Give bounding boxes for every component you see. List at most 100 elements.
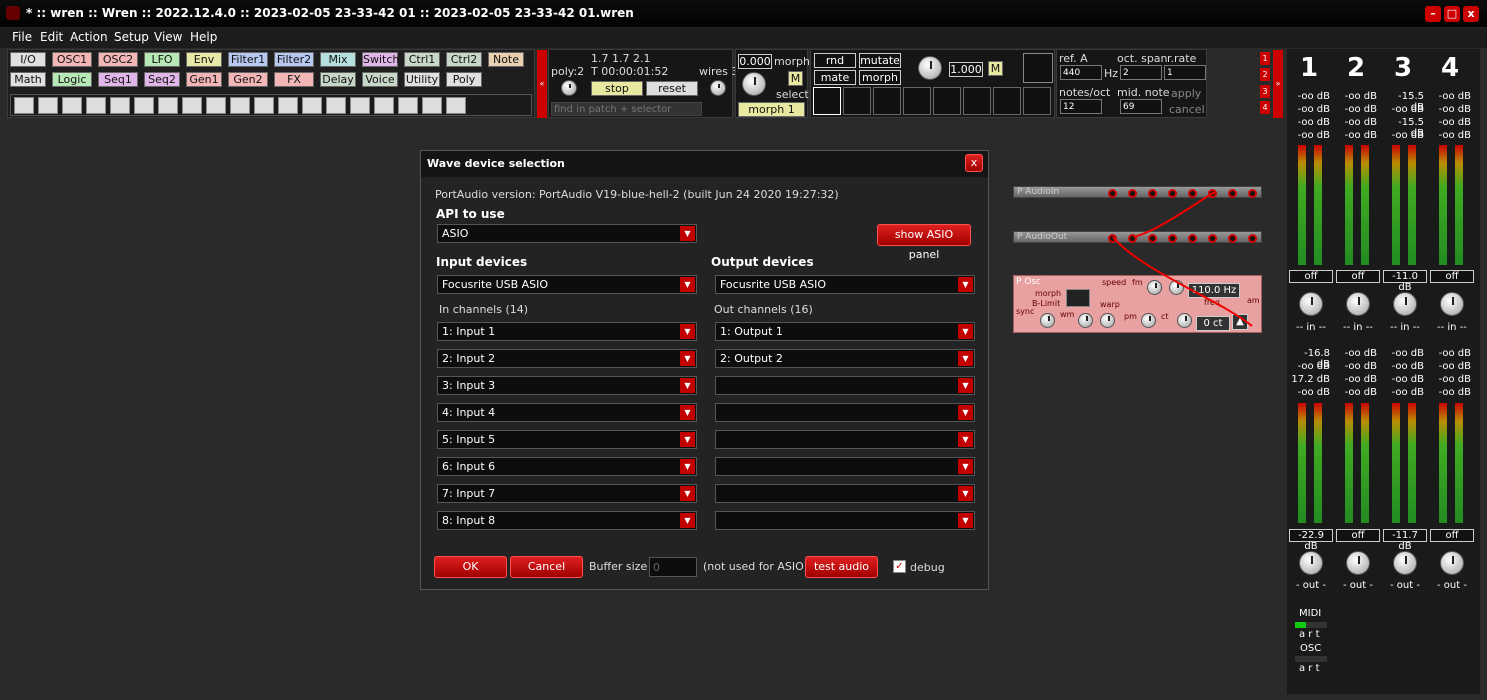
variation-slot[interactable] [903, 87, 931, 115]
cancel-button[interactable]: Cancel [510, 556, 583, 578]
connector-jack[interactable] [1148, 189, 1157, 198]
module-tab-seq2[interactable]: Seq2 [144, 72, 180, 87]
output-level-field[interactable]: off [1430, 529, 1474, 542]
volume-knob[interactable] [561, 80, 577, 96]
module-tab-voice[interactable]: Voice [362, 72, 398, 87]
module-tab-ctrl1[interactable]: Ctrl1 [404, 52, 440, 67]
osc-freq-display[interactable]: 110.0 Hz [1188, 283, 1240, 298]
module-tab-logic[interactable]: Logic [52, 72, 92, 87]
output-gain-knob[interactable] [1440, 551, 1464, 575]
input-level-field[interactable]: -11.0 dB [1383, 270, 1427, 293]
notes-oct-field[interactable]: 12 [1060, 99, 1102, 114]
osc-ct-display[interactable]: 0 ct [1196, 316, 1230, 331]
connector-jack[interactable] [1128, 189, 1137, 198]
module-tab-gen1[interactable]: Gen1 [186, 72, 222, 87]
eye3-icon[interactable] [422, 97, 442, 114]
osc-speed-knob[interactable] [1147, 280, 1162, 295]
output-gain-knob[interactable] [1299, 551, 1323, 575]
output-channel-select[interactable]: ▼ [715, 457, 975, 476]
ok-button[interactable]: OK [434, 556, 507, 578]
connector-jack[interactable] [1108, 189, 1117, 198]
module-tab-filter1[interactable]: Filter1 [228, 52, 268, 67]
menu-file[interactable]: File [12, 30, 32, 44]
osc-module[interactable]: P Osc morph B-Limit speed fm warp 110.0 … [1013, 275, 1262, 333]
module-tab-osc2[interactable]: OSC2 [98, 52, 138, 67]
variation-slot[interactable] [813, 87, 841, 115]
output-level-field[interactable]: -11.7 dB [1383, 529, 1427, 552]
module-tab-delay[interactable]: Delay [320, 72, 356, 87]
variation-slot[interactable] [843, 87, 871, 115]
output-gain-knob[interactable] [1346, 551, 1370, 575]
osc-wm-knob[interactable] [1078, 313, 1093, 328]
page-tab-4[interactable]: 4 [1260, 101, 1270, 114]
osc-ct-knob[interactable] [1177, 313, 1192, 328]
dialog-close-button[interactable]: x [965, 154, 983, 172]
left-collapse-arrow[interactable]: « [537, 50, 547, 118]
output-channel-select[interactable]: 1: Output 1 ▼ [715, 322, 975, 341]
input-channel-select[interactable]: 4: Input 4 ▼ [437, 403, 697, 422]
morph-select-button[interactable]: morph 1 [738, 102, 805, 117]
show-asio-panel-button[interactable]: show ASIO panel [877, 224, 971, 261]
input-level-field[interactable]: off [1430, 270, 1474, 283]
connector-jack[interactable] [1188, 234, 1197, 243]
pc-icon[interactable] [254, 97, 274, 114]
page-tab-2[interactable]: 2 [1260, 68, 1270, 81]
mate-button[interactable]: mate [814, 70, 856, 85]
output-gain-knob[interactable] [1393, 551, 1417, 575]
speaker2-icon[interactable] [446, 97, 466, 114]
page-tab-3[interactable]: 3 [1260, 85, 1270, 98]
reset-button[interactable]: reset [646, 81, 698, 96]
variation-slot[interactable] [963, 87, 991, 115]
module-tab-env[interactable]: Env [186, 52, 222, 67]
module-tab-osc1[interactable]: OSC1 [52, 52, 92, 67]
module-tab-i/o[interactable]: I/O [10, 52, 46, 67]
audioout-module[interactable]: P AudioOut [1013, 231, 1262, 243]
display-icon[interactable] [302, 97, 322, 114]
cancel-tuning-button[interactable]: cancel [1169, 103, 1205, 116]
menu-setup[interactable]: Setup [114, 30, 149, 44]
nn2-icon[interactable] [86, 97, 106, 114]
osc-fm-knob[interactable] [1169, 280, 1184, 295]
input-level-field[interactable]: off [1336, 270, 1380, 283]
connector-jack[interactable] [1208, 189, 1217, 198]
oct-span-field[interactable]: 2 [1120, 65, 1162, 80]
module-tab-switch[interactable]: Switch [362, 52, 399, 67]
osc-warp-knob[interactable] [1100, 313, 1115, 328]
input-channel-select[interactable]: 2: Input 2 ▼ [437, 349, 697, 368]
module-tab-lfo[interactable]: LFO [144, 52, 180, 67]
eye1-icon[interactable] [374, 97, 394, 114]
connector-jack[interactable] [1168, 189, 1177, 198]
module-tab-math[interactable]: Math [10, 72, 46, 87]
wires-knob[interactable] [710, 80, 726, 96]
module-tab-seq1[interactable]: Seq1 [98, 72, 138, 87]
pn-icon[interactable] [278, 97, 298, 114]
output-device-select[interactable]: Focusrite USB ASIO ▼ [715, 275, 975, 294]
connector-jack[interactable] [1108, 234, 1117, 243]
mutate-m-button[interactable]: M [988, 61, 1003, 76]
speaker-icon[interactable] [38, 97, 58, 114]
connector-jack[interactable] [1168, 234, 1177, 243]
nn1-icon[interactable] [62, 97, 82, 114]
cc2-icon[interactable] [230, 97, 250, 114]
morph-value[interactable]: 0.000 [738, 54, 772, 69]
minimize-button[interactable]: – [1425, 6, 1441, 22]
connector-jack[interactable] [1128, 234, 1137, 243]
eye2-icon[interactable] [398, 97, 418, 114]
module-tab-note[interactable]: Note [488, 52, 524, 67]
debug-checkbox[interactable]: ✓ [893, 560, 906, 573]
input-channel-select[interactable]: 6: Input 6 ▼ [437, 457, 697, 476]
close-button[interactable]: x [1463, 6, 1479, 22]
output-channel-select[interactable]: ▼ [715, 376, 975, 395]
page-tab-1[interactable]: 1 [1260, 52, 1270, 65]
morph-m-button[interactable]: M [788, 71, 803, 86]
input-channel-select[interactable]: 8: Input 8 ▼ [437, 511, 697, 530]
connector-jack[interactable] [1148, 234, 1157, 243]
input-channel-select[interactable]: 3: Input 3 ▼ [437, 376, 697, 395]
module-tab-gen2[interactable]: Gen2 [228, 72, 268, 87]
test-audio-button[interactable]: test audio [805, 556, 878, 578]
menu-view[interactable]: View [154, 30, 182, 44]
module-tab-mix[interactable]: Mix [320, 52, 356, 67]
variation-slot[interactable] [873, 87, 901, 115]
module-tab-poly[interactable]: Poly [446, 72, 482, 87]
osc-waveshape-button[interactable]: ▲ [1232, 314, 1248, 330]
